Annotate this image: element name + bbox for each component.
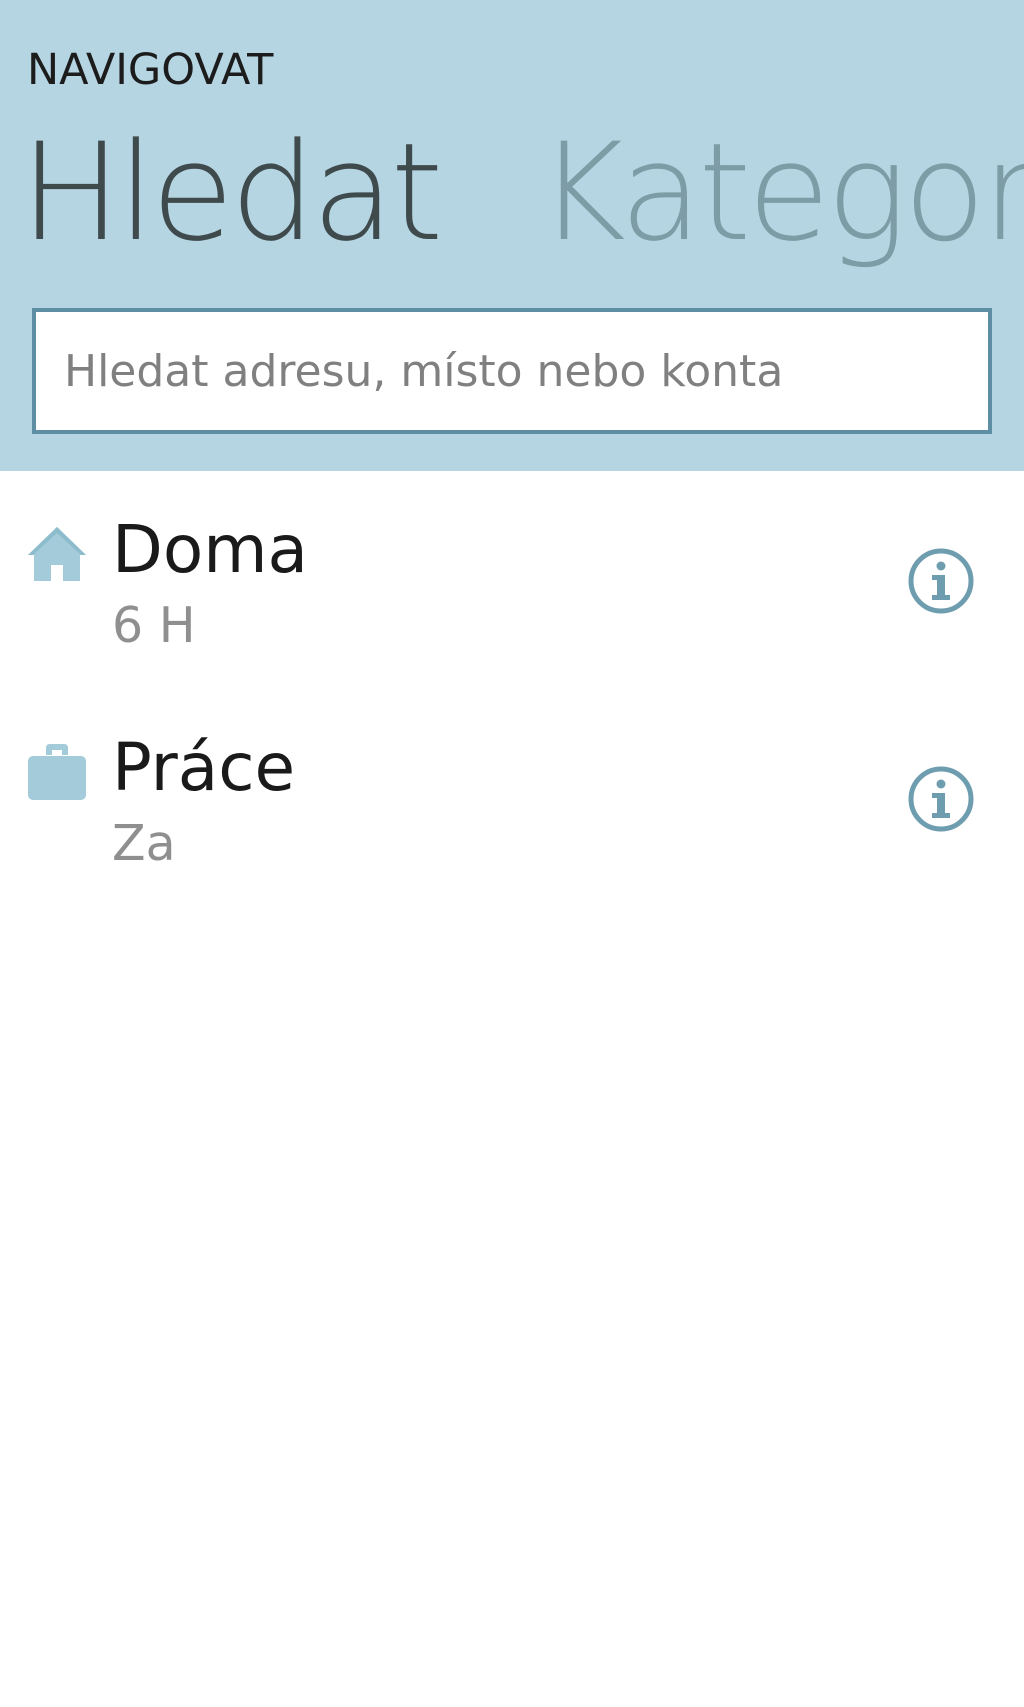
tab-categories[interactable]: Kategorie <box>537 118 1024 268</box>
list-item-home[interactable]: Doma 6 H <box>0 471 1024 671</box>
briefcase-icon <box>28 744 86 800</box>
navigation-screen: NAVIGOVAT Hledat Kategorie Doma 6 H <box>0 0 1024 1707</box>
place-title: Práce <box>112 729 296 806</box>
info-icon[interactable] <box>907 765 975 833</box>
app-title: NAVIGOVAT <box>27 45 274 95</box>
header: NAVIGOVAT Hledat Kategorie <box>0 0 1024 471</box>
place-address: Za <box>112 816 176 872</box>
home-icon <box>28 527 86 581</box>
tab-search[interactable]: Hledat <box>20 118 443 268</box>
pivot-tabs: Hledat Kategorie <box>20 118 1024 268</box>
place-title: Doma <box>112 511 308 588</box>
search-input[interactable] <box>32 308 992 434</box>
list-item-work[interactable]: Práce Za <box>0 689 1024 889</box>
place-address: 6 H <box>112 598 196 654</box>
info-icon[interactable] <box>907 547 975 615</box>
